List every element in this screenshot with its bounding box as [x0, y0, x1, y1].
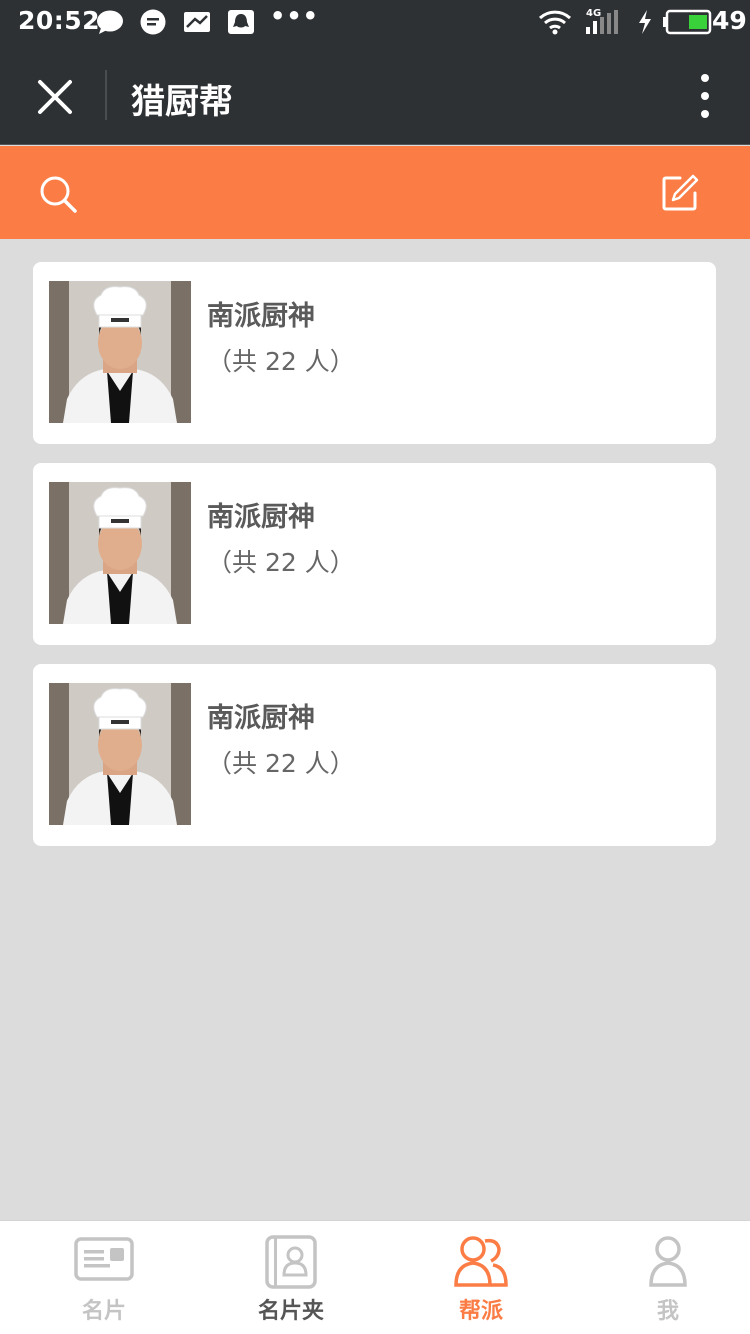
- page-title: 猎厨帮: [131, 82, 233, 122]
- action-bar: [0, 146, 750, 239]
- title-divider: [105, 70, 107, 120]
- group-card[interactable]: 南派厨神 （共 22 人）: [33, 262, 716, 444]
- group-member-count: （共 22 人）: [207, 347, 355, 376]
- group-name: 南派厨神: [207, 502, 315, 533]
- tab-group[interactable]: 帮派: [387, 1221, 575, 1334]
- status-bar: 20:52 ••• 4G 49: [0, 0, 750, 46]
- chef-avatar: [49, 281, 191, 423]
- more-options-icon[interactable]: [690, 72, 720, 120]
- business-card-icon: [74, 1237, 134, 1281]
- signal-icon: [586, 10, 618, 34]
- group-name: 南派厨神: [207, 301, 315, 332]
- charging-icon: [639, 10, 651, 34]
- chef-avatar: [49, 482, 191, 624]
- title-bar: 猎厨帮: [0, 46, 750, 145]
- search-icon[interactable]: [38, 174, 78, 214]
- battery-icon: [663, 9, 712, 35]
- group-list: 南派厨神 （共 22 人） 南派厨神 （共 22 人） 南派厨神 （共 22 人…: [33, 262, 716, 865]
- status-time: 20:52: [18, 6, 101, 35]
- group-icon: [454, 1236, 508, 1287]
- battery-level: 49: [712, 6, 747, 35]
- more-notifications-icon: •••: [270, 2, 320, 30]
- wifi-icon: [538, 10, 572, 35]
- mail-icon: [184, 12, 210, 32]
- tab-me[interactable]: 我: [574, 1221, 750, 1334]
- person-icon: [649, 1236, 687, 1287]
- edit-icon[interactable]: [660, 173, 700, 213]
- close-icon[interactable]: [32, 74, 78, 120]
- message-icon: [140, 9, 166, 35]
- tab-business-card[interactable]: 名片: [10, 1221, 198, 1334]
- tab-label: 名片夹: [257, 1299, 324, 1324]
- tab-label: 名片: [81, 1299, 126, 1324]
- group-card[interactable]: 南派厨神 （共 22 人）: [33, 664, 716, 846]
- group-member-count: （共 22 人）: [207, 749, 355, 778]
- tab-label: 我: [656, 1299, 679, 1324]
- chef-avatar: [49, 683, 191, 825]
- card-holder-icon: [265, 1235, 317, 1289]
- qq-icon: [228, 10, 254, 34]
- chat-bubble-icon: [97, 10, 123, 34]
- tab-label: 帮派: [458, 1299, 503, 1324]
- tab-card-holder[interactable]: 名片夹: [197, 1221, 385, 1334]
- group-name: 南派厨神: [207, 703, 315, 734]
- group-member-count: （共 22 人）: [207, 548, 355, 577]
- group-card[interactable]: 南派厨神 （共 22 人）: [33, 463, 716, 645]
- bottom-tab-bar: 名片 名片夹 帮派 我: [0, 1220, 750, 1334]
